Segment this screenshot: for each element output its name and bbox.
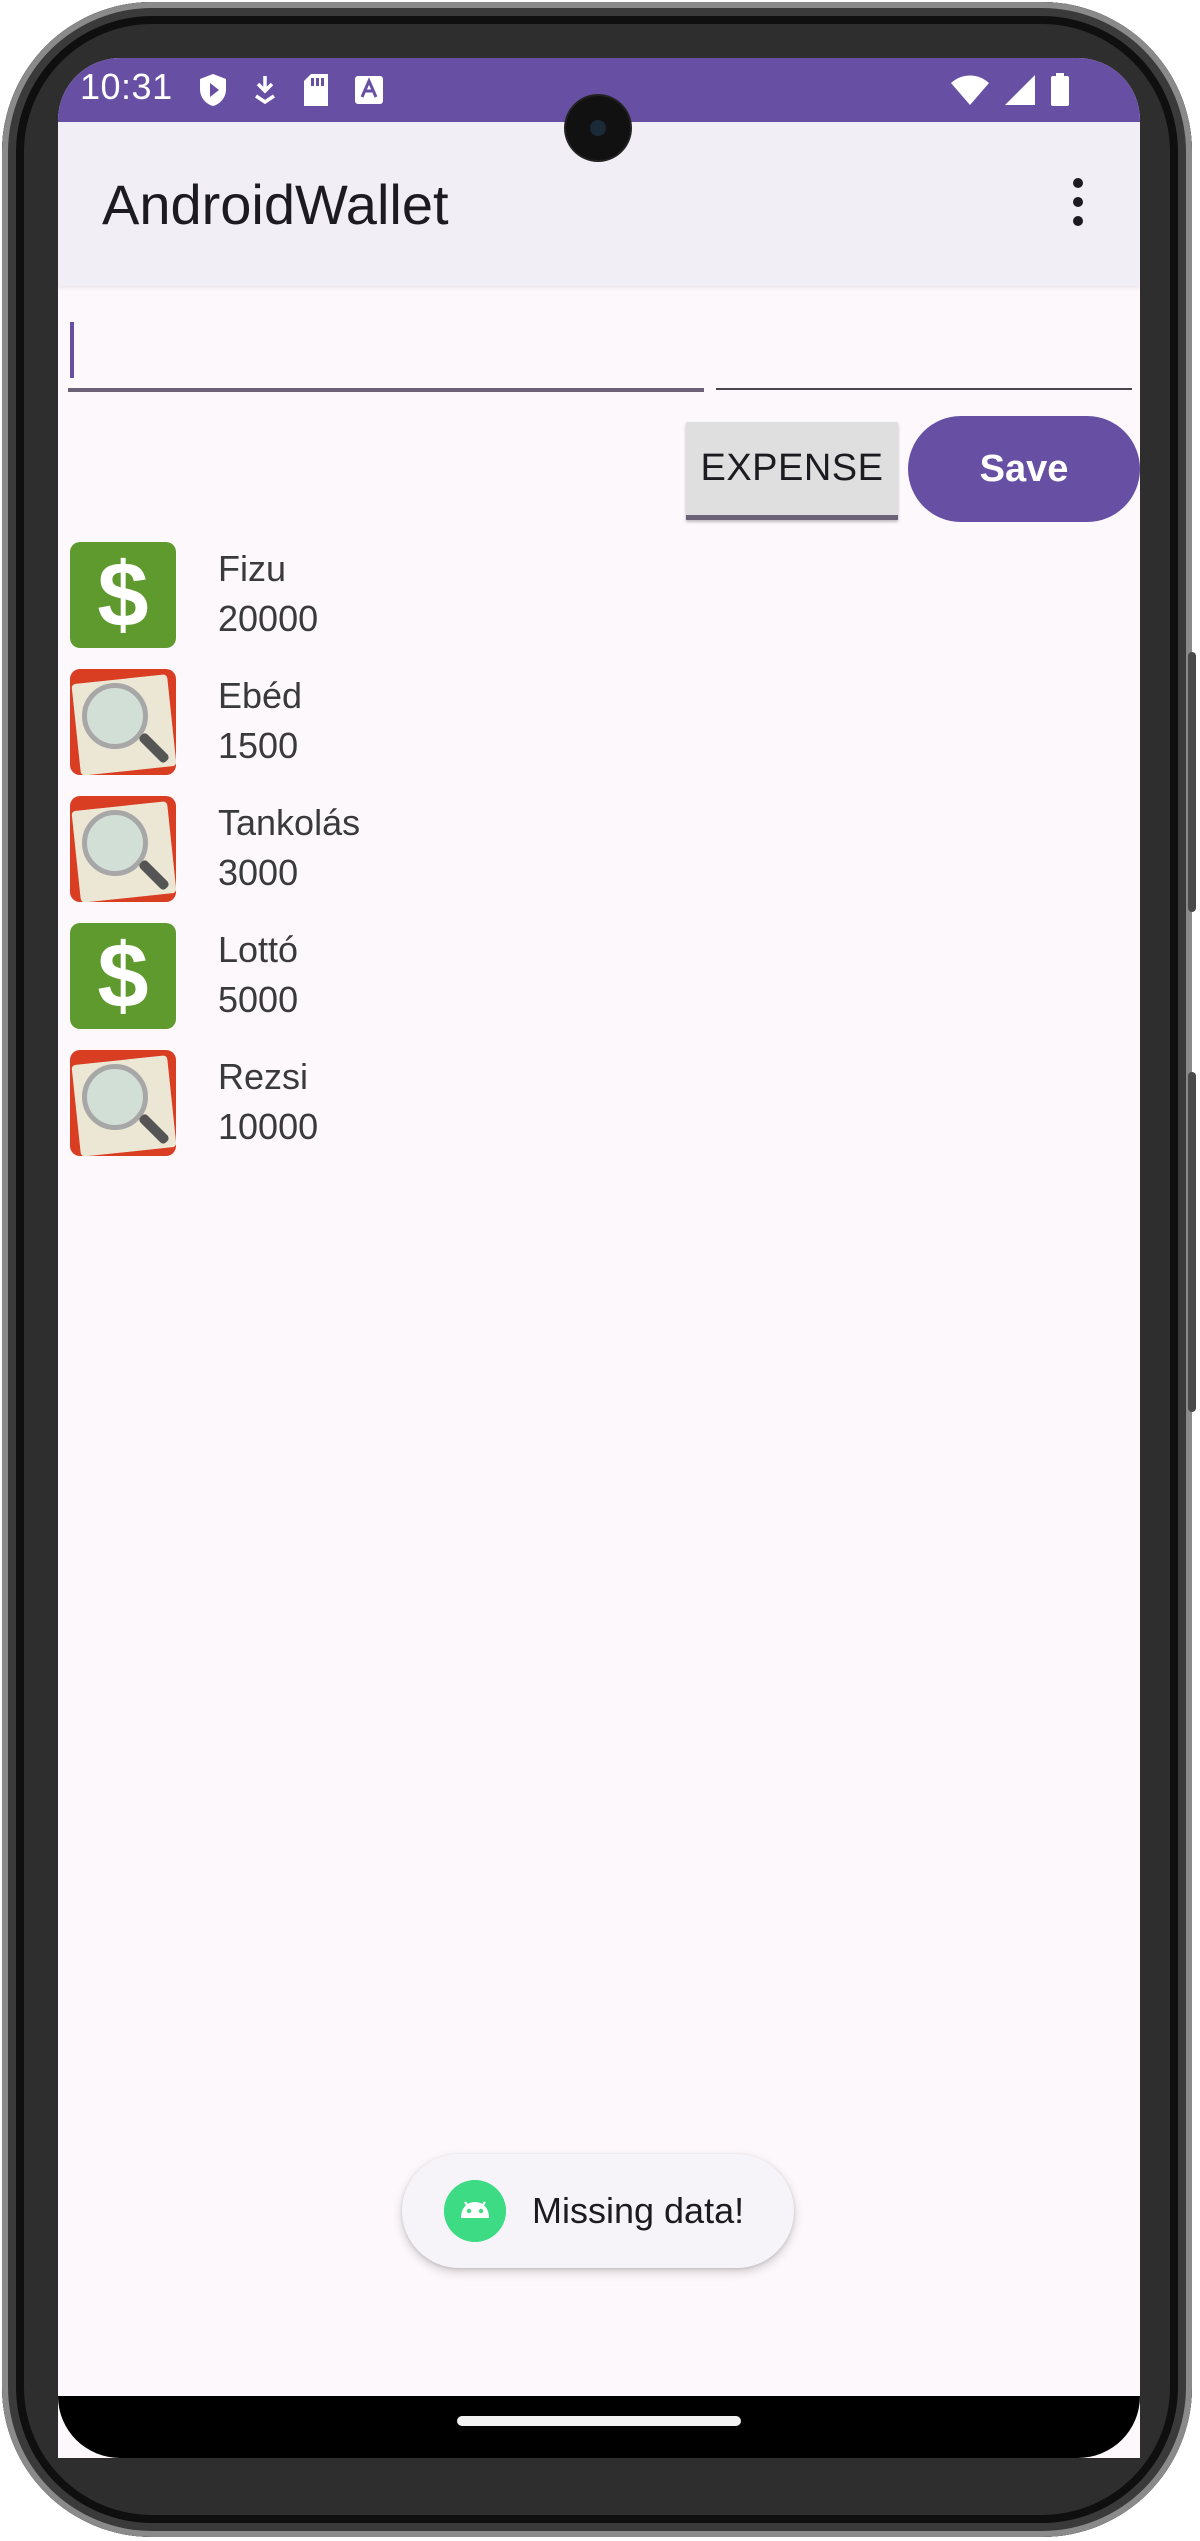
name-input[interactable]: [68, 310, 704, 392]
home-gesture-handle[interactable]: [457, 2416, 741, 2426]
item-name: Lottó: [218, 929, 299, 970]
notification-icons: [198, 72, 384, 108]
app-screen: 10:31 AndroidWallet EXPENSE Save $ Fizu …: [58, 58, 1140, 2458]
list-item[interactable]: $ Fizu 20000: [58, 542, 1140, 669]
item-name: Rezsi: [218, 1056, 309, 1097]
item-amount: 3000: [218, 852, 299, 893]
list-item[interactable]: Ebéd 1500: [58, 669, 1140, 796]
list-item[interactable]: $ Lottó 5000: [58, 923, 1140, 1050]
item-name: Fizu: [218, 548, 287, 589]
item-amount: 20000: [218, 598, 319, 639]
toast-message: Missing data!: [532, 2190, 745, 2231]
overflow-menu-icon[interactable]: [1060, 172, 1096, 232]
item-amount: 5000: [218, 979, 299, 1020]
keyboard-a-icon: [355, 76, 383, 104]
app-title: AndroidWallet: [102, 173, 449, 236]
wifi-icon: [951, 75, 989, 105]
download-icon: [255, 76, 275, 105]
save-button[interactable]: Save: [908, 416, 1140, 522]
list-item[interactable]: Rezsi 10000: [58, 1050, 1140, 1177]
cell-signal-icon: [1005, 75, 1035, 105]
item-name: Tankolás: [218, 802, 361, 843]
android-icon: [444, 2180, 506, 2242]
expense-icon: [70, 1050, 176, 1156]
text-cursor: [70, 322, 74, 378]
system-icons: [950, 72, 1070, 108]
item-name: Ebéd: [218, 675, 303, 716]
shield-play-icon: [200, 74, 226, 106]
list-item[interactable]: Tankolás 3000: [58, 796, 1140, 923]
expense-icon: [70, 669, 176, 775]
volume-button: [1188, 652, 1196, 912]
power-button: [1188, 1072, 1196, 1412]
dollar-icon: $: [70, 923, 176, 1029]
item-amount: 10000: [218, 1106, 319, 1147]
toast: Missing data!: [402, 2154, 794, 2268]
dollar-icon: $: [70, 542, 176, 648]
type-toggle-button[interactable]: EXPENSE: [686, 422, 898, 520]
navigation-bar: [58, 2396, 1140, 2458]
amount-input[interactable]: [716, 310, 1132, 390]
expense-icon: [70, 796, 176, 902]
status-time: 10:31: [80, 66, 173, 107]
sd-card-icon: [304, 74, 328, 106]
front-camera: [566, 96, 630, 160]
item-amount: 1500: [218, 725, 299, 766]
battery-icon: [1051, 73, 1069, 106]
